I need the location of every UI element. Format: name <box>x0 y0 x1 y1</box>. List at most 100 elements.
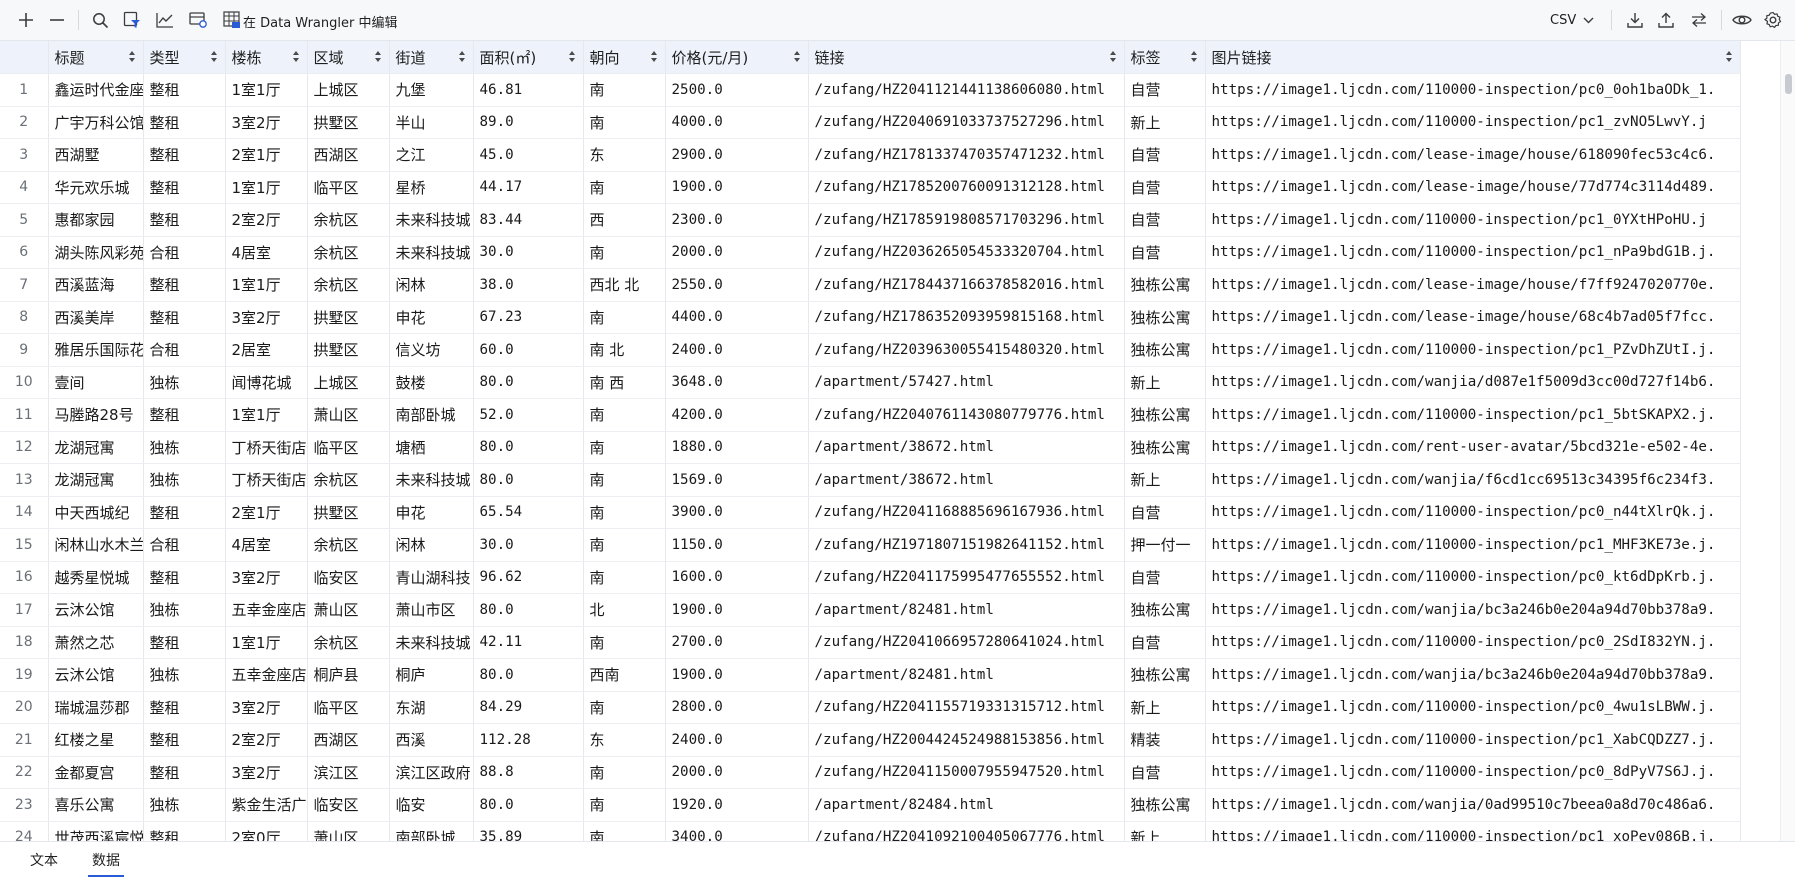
table-cell[interactable]: 3900.0 <box>665 496 809 529</box>
table-cell[interactable]: 闲林山水木兰 <box>48 528 144 562</box>
table-cell[interactable]: 余杭区 <box>307 268 390 302</box>
table-cell[interactable]: 2室1厅 <box>225 496 308 529</box>
table-cell[interactable]: https://image1.ljcdn.com/110000-inspecti… <box>1205 398 1741 432</box>
column-header[interactable]: 链接 <box>808 41 1125 74</box>
table-cell[interactable]: 东 <box>583 138 666 172</box>
table-cell[interactable]: https://image1.ljcdn.com/wanjia/d087e1f5… <box>1205 366 1741 399</box>
table-row[interactable]: 13 龙湖冠寓 独栋 丁桥天街店 余杭区 未来科技城 80.0 南 1569.0/apartme… <box>0 463 1741 497</box>
vertical-scrollbar[interactable] <box>1780 41 1795 841</box>
table-cell[interactable]: /zufang/HZ2041066957280641024.html <box>808 626 1125 659</box>
table-cell[interactable]: 67.23 <box>473 301 584 334</box>
table-cell[interactable]: 整租 <box>143 203 226 237</box>
table-cell[interactable]: 整租 <box>143 821 226 841</box>
table-cell[interactable]: 惠都家园 <box>48 203 144 237</box>
table-cell[interactable]: 整租 <box>143 691 226 724</box>
table-cell[interactable]: 新上 <box>1124 106 1206 139</box>
table-cell[interactable]: 1900.0 <box>665 658 809 692</box>
table-cell[interactable]: 独栋公寓 <box>1124 398 1206 432</box>
table-cell[interactable]: 独栋 <box>143 431 226 464</box>
table-cell[interactable]: 红楼之星 <box>48 723 144 757</box>
table-cell[interactable]: 2室2厅 <box>225 203 308 237</box>
table-cell[interactable]: /zufang/HZ2041155719331315712.html <box>808 691 1125 724</box>
table-cell[interactable]: 萧山区 <box>307 821 390 841</box>
table-cell[interactable]: 余杭区 <box>307 528 390 562</box>
table-row[interactable]: 8 西溪美岸 整租 3室2厅 拱墅区 申花 67.23 南 4400.0/zufang/HZ17… <box>0 301 1741 334</box>
table-cell[interactable]: 独栋公寓 <box>1124 301 1206 334</box>
sort-icon[interactable] <box>210 51 218 63</box>
table-cell[interactable]: 鼓楼 <box>389 366 474 399</box>
table-cell[interactable]: 84.29 <box>473 691 584 724</box>
table-cell[interactable]: 西溪蓝海 <box>48 268 144 302</box>
table-cell[interactable]: 南部卧城 <box>389 398 474 432</box>
table-cell[interactable]: 华元欢乐城 <box>48 171 144 204</box>
table-cell[interactable]: 西湖墅 <box>48 138 144 172</box>
table-cell[interactable]: 上城区 <box>307 366 390 399</box>
table-cell[interactable]: /zufang/HZ2041168885696167936.html <box>808 496 1125 529</box>
table-cell[interactable]: 闲林 <box>389 268 474 302</box>
table-cell[interactable]: 4000.0 <box>665 106 809 139</box>
table-cell[interactable]: /zufang/HZ1781337470357471232.html <box>808 138 1125 172</box>
table-row[interactable]: 12 龙湖冠寓 独栋 丁桥天街店 临平区 塘栖 80.0 南 1880.0/apartment/… <box>0 431 1741 464</box>
table-cell[interactable]: 独栋 <box>143 658 226 692</box>
table-cell[interactable]: 整租 <box>143 561 226 594</box>
table-cell[interactable]: 1室1厅 <box>225 626 308 659</box>
table-cell[interactable]: https://image1.ljcdn.com/110000-inspecti… <box>1205 821 1741 841</box>
table-cell[interactable]: 3室2厅 <box>225 691 308 724</box>
table-cell[interactable]: 4居室 <box>225 528 308 562</box>
table-cell[interactable]: 1600.0 <box>665 561 809 594</box>
table-cell[interactable]: 独栋公寓 <box>1124 788 1206 822</box>
table-row[interactable]: 11 马塍路28号 整租 1室1厅 萧山区 南部卧城 52.0 南 4200.0/zufang/… <box>0 398 1741 432</box>
table-cell[interactable]: 雅居乐国际花 <box>48 333 144 367</box>
table-row[interactable]: 10 壹间 独栋 闻博花城 上城区 鼓楼 80.0 南 西 3648.0/apartment/5… <box>0 366 1741 399</box>
table-cell[interactable]: 南 <box>583 463 666 497</box>
table-cell[interactable]: 整租 <box>143 73 226 107</box>
row-index[interactable]: 6 <box>0 236 49 269</box>
table-cell[interactable]: 鑫运时代金座 <box>48 73 144 107</box>
table-cell[interactable]: 新上 <box>1124 463 1206 497</box>
table-row[interactable]: 18 萧然之芯 整租 1室1厅 余杭区 未来科技城 42.11 南 2700.0/zufang/… <box>0 626 1741 659</box>
table-cell[interactable]: https://image1.ljcdn.com/wanjia/bc3a246b… <box>1205 658 1741 692</box>
table-cell[interactable]: 湖头陈风彩苑 <box>48 236 144 269</box>
table-cell[interactable]: 独栋 <box>143 366 226 399</box>
table-cell[interactable]: /zufang/HZ2041121441138606080.html <box>808 73 1125 107</box>
table-cell[interactable]: https://image1.ljcdn.com/110000-inspecti… <box>1205 73 1741 107</box>
row-index[interactable]: 22 <box>0 756 49 789</box>
column-header[interactable]: 朝向 <box>583 41 666 74</box>
table-cell[interactable]: 2300.0 <box>665 203 809 237</box>
table-cell[interactable]: https://image1.ljcdn.com/110000-inspecti… <box>1205 496 1741 529</box>
table-cell[interactable]: 东湖 <box>389 691 474 724</box>
table-cell[interactable]: 整租 <box>143 496 226 529</box>
table-cell[interactable]: 南 <box>583 756 666 789</box>
table-cell[interactable]: 112.28 <box>473 723 584 757</box>
table-cell[interactable]: 世茂西溪宸悦 <box>48 821 144 841</box>
table-cell[interactable]: 喜乐公寓 <box>48 788 144 822</box>
table-row[interactable]: 15 闲林山水木兰 合租 4居室 余杭区 闲林 30.0 南 1150.0/zufang/HZ1… <box>0 528 1741 562</box>
table-cell[interactable]: 拱墅区 <box>307 333 390 367</box>
table-cell[interactable]: 未来科技城 <box>389 203 474 237</box>
table-cell[interactable]: https://image1.ljcdn.com/110000-inspecti… <box>1205 236 1741 269</box>
column-header[interactable]: 价格(元/月) <box>665 41 809 74</box>
table-cell[interactable]: 中天西城纪 <box>48 496 144 529</box>
table-cell[interactable]: 3室2厅 <box>225 301 308 334</box>
table-cell[interactable]: 80.0 <box>473 788 584 822</box>
sort-icon[interactable] <box>458 51 466 63</box>
table-cell[interactable]: 东 <box>583 723 666 757</box>
table-cell[interactable]: 42.11 <box>473 626 584 659</box>
table-row[interactable]: 19 云沐公馆 独栋 五幸金座店 桐庐县 桐庐 80.0 西南 1900.0/apartment… <box>0 658 1741 692</box>
table-cell[interactable]: 自营 <box>1124 171 1206 204</box>
table-cell[interactable]: 30.0 <box>473 236 584 269</box>
table-cell[interactable]: 独栋 <box>143 463 226 497</box>
table-cell[interactable]: https://image1.ljcdn.com/110000-inspecti… <box>1205 691 1741 724</box>
table-cell[interactable]: 信义坊 <box>389 333 474 367</box>
table-cell[interactable]: 萧山区 <box>307 398 390 432</box>
table-cell[interactable]: 2900.0 <box>665 138 809 172</box>
table-cell[interactable]: 桐庐 <box>389 658 474 692</box>
table-cell[interactable]: 越秀星悦城 <box>48 561 144 594</box>
table-cell[interactable]: /apartment/82484.html <box>808 788 1125 822</box>
row-index[interactable]: 11 <box>0 398 49 432</box>
table-cell[interactable]: 自营 <box>1124 626 1206 659</box>
table-cell[interactable]: /zufang/HZ2041175995477655552.html <box>808 561 1125 594</box>
table-cell[interactable]: https://image1.ljcdn.com/110000-inspecti… <box>1205 203 1741 237</box>
table-cell[interactable]: 西湖区 <box>307 138 390 172</box>
table-cell[interactable]: 申花 <box>389 496 474 529</box>
